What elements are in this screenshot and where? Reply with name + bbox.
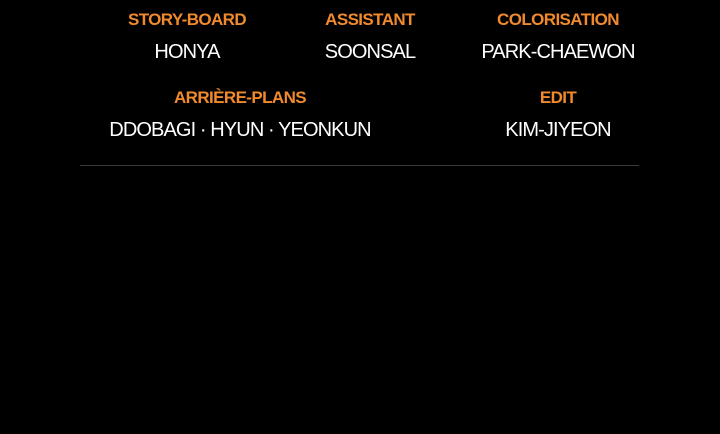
credit-name-assistant: SOONSAL (324, 41, 416, 63)
credit-storyboard: STORY-BOARD HONYA (127, 10, 247, 64)
credit-assistant: ASSISTANT SOONSAL (324, 10, 416, 64)
role-label-colorisation: COLORISATION (497, 10, 619, 29)
role-label-backgrounds: ARRIÈRE-PLANS (174, 88, 307, 107)
role-label-storyboard: STORY-BOARD (127, 10, 247, 29)
credit-name-colorisation: PARK-CHAEWON (481, 41, 635, 63)
credit-name-backgrounds: DDOBAGI · HYUN · YEONKUN (109, 119, 371, 141)
role-label-assistant: ASSISTANT (325, 10, 415, 29)
credit-backgrounds: ARRIÈRE-PLANS DDOBAGI · HYUN · YEONKUN (109, 88, 371, 142)
credit-colorisation: COLORISATION PARK-CHAEWON (481, 10, 635, 64)
credit-edit: EDIT KIM-JIYEON (505, 88, 611, 142)
role-label-edit: EDIT (539, 88, 577, 107)
credit-name-storyboard: HONYA (154, 41, 220, 63)
credit-name-edit: KIM-JIYEON (505, 119, 611, 141)
divider-line (80, 165, 639, 166)
